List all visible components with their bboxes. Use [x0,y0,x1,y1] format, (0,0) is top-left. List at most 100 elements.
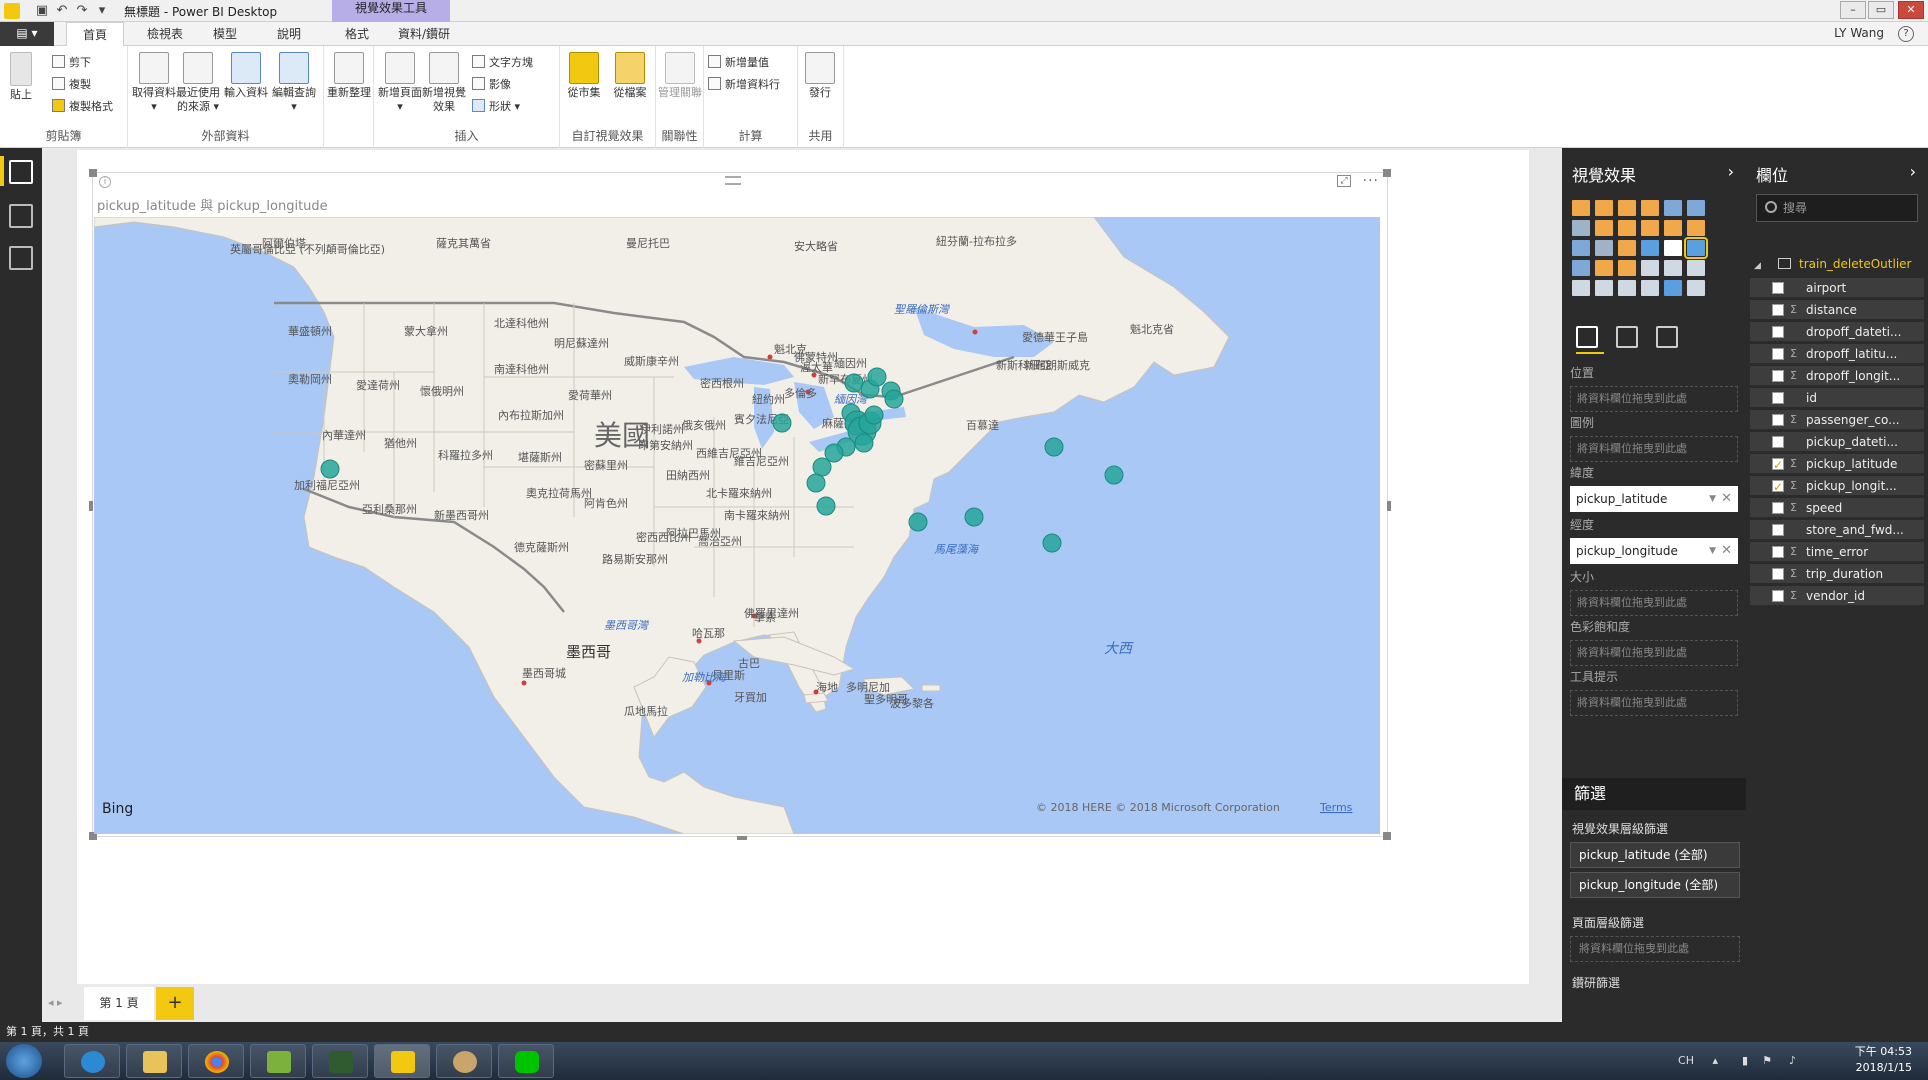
well-field-pickup-latitude[interactable]: pickup_latitude ▼ ✕ [1570,486,1738,512]
collapse-chevron-icon[interactable]: › [1728,162,1734,181]
new-visual-button[interactable]: 新增視覺效果 [422,52,466,114]
field-row[interactable]: Σpassenger_co... [1750,410,1924,430]
field-checkbox[interactable] [1772,370,1784,382]
remove-field-icon[interactable]: ✕ [1721,486,1732,512]
line-column-icon[interactable] [1641,220,1659,236]
tab-modeling[interactable]: 模型 [202,22,248,46]
data-point[interactable] [854,433,874,453]
save-icon[interactable]: ▣ [34,3,50,19]
field-checkbox[interactable] [1772,414,1784,426]
more-visuals-icon[interactable] [1687,280,1705,296]
taskbar-powerbi-button[interactable] [374,1044,430,1078]
collapse-chevron-icon[interactable]: › [1910,162,1916,181]
field-checkbox[interactable] [1772,326,1784,338]
taskbar-app-button[interactable] [250,1044,306,1078]
r-visual-icon[interactable] [1641,280,1659,296]
analytics-magnifier-icon[interactable] [1656,326,1678,348]
copy-button[interactable]: 複製 [52,76,91,94]
clustered-bar-icon[interactable] [1618,200,1636,216]
field-checkbox[interactable] [1772,348,1784,360]
tab-view[interactable]: 檢視表 [136,22,194,46]
stacked-area-icon[interactable] [1618,220,1636,236]
field-row[interactable]: Σdropoff_longit... [1750,366,1924,386]
field-row[interactable]: dropoff_dateti... [1750,322,1924,342]
resize-handle[interactable] [1383,832,1391,840]
more-options-icon[interactable]: ··· [1363,173,1379,189]
resize-handle[interactable] [737,836,747,840]
well-dropzone[interactable]: 將資料欄位拖曳到此處 [1570,640,1738,666]
well-field-pickup-longitude[interactable]: pickup_longitude ▼ ✕ [1570,538,1738,564]
paste-button[interactable]: 貼上 [6,52,36,102]
data-point[interactable] [964,507,984,527]
page-filter-dropzone[interactable]: 將資料欄位拖曳到此處 [1570,936,1740,962]
taskbar-chrome-button[interactable] [188,1044,244,1078]
taskbar-ie-button[interactable] [64,1044,120,1078]
stacked-bar-icon[interactable] [1572,200,1590,216]
format-paint-roller-icon[interactable] [1616,326,1638,348]
image-button[interactable]: 影像 [472,76,511,94]
field-checkbox[interactable] [1772,282,1784,294]
line-clustered-icon[interactable] [1664,220,1682,236]
field-checkbox[interactable] [1772,546,1784,558]
tab-help[interactable]: 說明 [266,22,312,46]
table-icon[interactable] [1595,280,1613,296]
clock[interactable]: 下午 04:53 2018/1/15 [1855,1044,1912,1076]
slicer-icon[interactable] [1572,280,1590,296]
ime-indicator[interactable]: CH [1678,1054,1694,1067]
volume-icon[interactable]: ♪ [1789,1054,1796,1067]
data-point[interactable] [908,512,928,532]
treemap-icon[interactable] [1664,240,1682,256]
filter-pickup-latitude[interactable]: pickup_latitude (全部) [1570,842,1740,868]
field-checkbox[interactable] [1772,477,1784,497]
100-column-icon[interactable] [1687,200,1705,216]
field-row[interactable]: Σdropoff_latitu... [1750,344,1924,364]
data-point[interactable] [1104,465,1124,485]
map-terms-link[interactable]: Terms [1319,801,1353,814]
field-checkbox[interactable] [1772,524,1784,536]
help-icon[interactable]: ? [1898,26,1914,42]
flag-icon[interactable]: ⚑ [1762,1054,1772,1067]
taskbar-app-button[interactable] [312,1044,368,1078]
from-file-button[interactable]: 從檔案 [608,52,652,100]
field-checkbox[interactable] [1772,436,1784,448]
info-icon[interactable]: i [99,176,111,188]
drag-grip-icon[interactable] [725,176,741,185]
field-checkbox[interactable] [1772,392,1784,404]
field-row[interactable]: id [1750,388,1924,408]
remove-field-icon[interactable]: ✕ [1721,538,1732,564]
data-point[interactable] [1042,533,1062,553]
resize-handle[interactable] [89,501,93,511]
tab-format[interactable]: 格式 [334,22,380,46]
page-tab[interactable]: 第 1 頁 [84,987,154,1020]
gauge-icon[interactable] [1618,260,1636,276]
field-checkbox[interactable] [1772,455,1784,475]
filter-pickup-longitude[interactable]: pickup_longitude (全部) [1570,872,1740,898]
tab-data-drill[interactable]: 資料/鑽研 [388,22,460,46]
get-data-button[interactable]: 取得資料 ▾ [132,52,176,114]
new-page-button[interactable]: 新增頁面 ▾ [378,52,422,114]
data-point[interactable] [812,457,832,477]
table-node[interactable]: ◢ train_deleteOutlier [1754,254,1911,274]
network-icon[interactable]: ▮ [1742,1054,1748,1067]
redo-icon[interactable]: ↷ [74,3,90,19]
field-checkbox[interactable] [1772,568,1784,580]
fields-search-input[interactable]: 搜尋 [1756,194,1918,222]
fields-well-tab-icon[interactable] [1576,326,1598,348]
map-icon[interactable] [1684,237,1708,259]
resize-handle[interactable] [89,169,97,177]
new-column-button[interactable]: 新增資料行 [708,76,780,94]
taskbar-line-button[interactable] [498,1044,554,1078]
tab-home[interactable]: 首頁 [66,22,124,47]
kpi-icon[interactable] [1687,260,1705,276]
field-row[interactable]: Σdistance [1750,300,1924,320]
resize-handle[interactable] [1387,501,1391,511]
clustered-column-icon[interactable] [1641,200,1659,216]
focus-mode-icon[interactable]: ⤢ [1337,175,1351,187]
textbox-button[interactable]: 文字方塊 [472,54,533,72]
field-row[interactable]: Σtime_error [1750,542,1924,562]
data-point[interactable] [864,405,884,425]
stacked-column-icon[interactable] [1595,200,1613,216]
data-point[interactable] [824,443,844,463]
windows-start-button[interactable] [6,1044,42,1078]
well-dropzone[interactable]: 將資料欄位拖曳到此處 [1570,386,1738,412]
